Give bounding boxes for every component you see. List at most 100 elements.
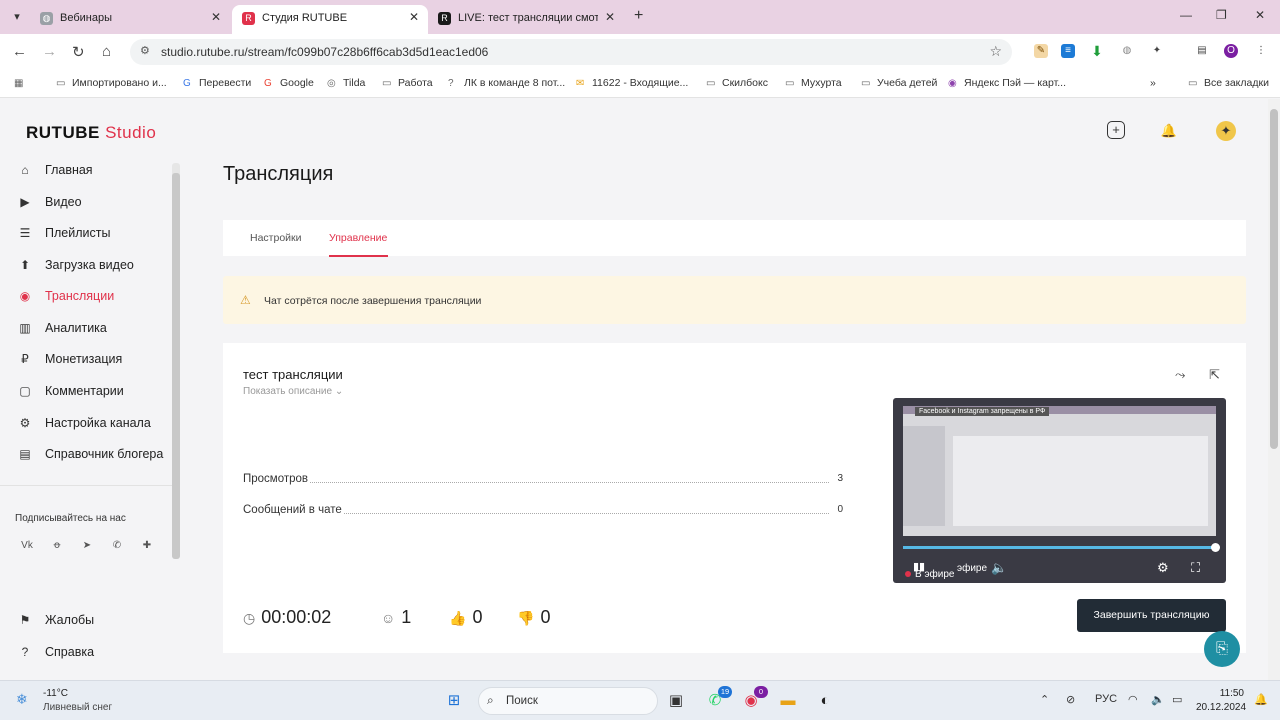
- page-scroll-thumb[interactable]: [1270, 109, 1278, 449]
- sidebar-scroll-thumb[interactable]: [172, 173, 180, 559]
- forward-arrow-icon[interactable]: →: [42, 43, 57, 60]
- bookmark-link[interactable]: ✉ 11622 - Входящие...: [576, 77, 688, 89]
- bookmark-folder[interactable]: ▭ Работа: [382, 77, 433, 89]
- share-icon[interactable]: ⤳: [1175, 367, 1185, 383]
- bookmark-folder[interactable]: ▭ Учеба детей: [861, 77, 937, 89]
- task-view-icon[interactable]: ▣: [665, 690, 687, 712]
- download-icon[interactable]: ⬇: [1090, 44, 1104, 58]
- close-window-icon[interactable]: ✕: [1255, 8, 1265, 22]
- volume-icon[interactable]: 🔈: [991, 560, 1007, 576]
- sidebar-item-help[interactable]: ? Справка: [17, 645, 94, 665]
- whatsapp-icon[interactable]: ✆ 19: [704, 686, 732, 712]
- extension-icon[interactable]: ◍: [1120, 44, 1134, 58]
- network-status-icon[interactable]: ⊘: [1066, 693, 1075, 706]
- bookmark-folder[interactable]: ▭ Мухурта: [785, 77, 842, 89]
- battery-icon[interactable]: ▭: [1172, 693, 1182, 706]
- sidebar-item-analytics[interactable]: ▥ Аналитика: [17, 321, 107, 341]
- extension-icon[interactable]: ✎: [1034, 44, 1048, 58]
- bookmark-link[interactable]: ◉ Яндекс Пэй — карт...: [948, 77, 1066, 89]
- create-plus-icon[interactable]: +: [1107, 121, 1125, 139]
- stream-preview-player[interactable]: Facebook и Instagram запрещены в РФ ▮▮ В…: [893, 398, 1226, 583]
- windows-start-icon[interactable]: ⊞: [443, 690, 465, 712]
- site-info-icon[interactable]: ⚙: [140, 44, 150, 57]
- open-external-icon[interactable]: ⇱: [1209, 367, 1220, 383]
- playlist-icon: ☰: [19, 226, 31, 240]
- sidebar-item-handbook[interactable]: ▤ Справочник блогера: [17, 447, 163, 467]
- sidebar-item-broadcasts[interactable]: ◉ Трансляции: [17, 289, 114, 309]
- browser-tab-live[interactable]: R LIVE: тест трансляции смотреть ✕: [428, 5, 624, 34]
- warning-icon: ⚠: [240, 293, 251, 307]
- new-tab-plus-icon[interactable]: +: [634, 7, 643, 25]
- address-bar[interactable]: ⚙ studio.rutube.ru/stream/fc099b07c28b6f…: [130, 39, 1012, 65]
- player-progress-bar[interactable]: [903, 543, 1220, 552]
- file-explorer-icon[interactable]: ▬: [777, 690, 799, 712]
- extension-icon[interactable]: ≡: [1061, 44, 1075, 58]
- show-description-toggle[interactable]: Показать описание ⌄: [243, 386, 343, 397]
- apps-grid-icon[interactable]: ▦: [14, 77, 30, 89]
- end-stream-button[interactable]: Завершить трансляцию: [1077, 599, 1226, 632]
- bookmark-link[interactable]: G Перевести: [183, 77, 251, 89]
- bookmark-link[interactable]: ? ЛК в команде 8 пот...: [448, 77, 565, 89]
- bookmark-link[interactable]: ◎ Tilda: [327, 77, 365, 89]
- sidebar-item-channel-settings[interactable]: ⚙ Настройка канала: [17, 416, 151, 436]
- page-scrollbar[interactable]: [1268, 99, 1280, 680]
- tab-search-chevron-icon[interactable]: ▾: [8, 8, 26, 26]
- taskbar-clock[interactable]: 11:50 20.12.2024: [1196, 688, 1246, 713]
- close-tab-icon[interactable]: ✕: [211, 10, 221, 24]
- restore-icon[interactable]: ❐: [1216, 8, 1227, 22]
- plus-icon[interactable]: ✚: [140, 539, 154, 553]
- tab-settings[interactable]: Настройки: [250, 232, 302, 244]
- analytics-icon: ▥: [19, 321, 31, 335]
- sidebar-item-monetization[interactable]: ₽ Монетизация: [17, 352, 122, 372]
- side-panel-icon[interactable]: ▤: [1195, 44, 1209, 58]
- ok-icon[interactable]: ꝋ: [50, 539, 64, 553]
- chevron-up-icon[interactable]: ⌃: [1040, 693, 1049, 706]
- tab-management[interactable]: Управление: [329, 232, 387, 244]
- sidebar-item-comments[interactable]: ▢ Комментарии: [17, 384, 123, 404]
- sidebar-scrollbar[interactable]: [172, 163, 180, 559]
- close-tab-icon[interactable]: ✕: [605, 10, 615, 24]
- sidebar-item-home[interactable]: ⌂ Главная: [17, 163, 92, 183]
- close-tab-icon[interactable]: ✕: [409, 10, 419, 24]
- browser-tab-rutube-studio[interactable]: R Студия RUTUBE ✕: [232, 5, 428, 34]
- browser-tab-webinars[interactable]: ◍ Вебинары ✕: [30, 5, 230, 34]
- extensions-puzzle-icon[interactable]: ✦: [1150, 44, 1164, 58]
- app-icon[interactable]: ◐: [814, 690, 836, 712]
- progress-knob[interactable]: [1211, 543, 1220, 552]
- channel-avatar[interactable]: ✦: [1216, 121, 1236, 141]
- sidebar-item-upload[interactable]: ⬆ Загрузка видео: [17, 258, 134, 278]
- folder-icon: ▭: [382, 78, 392, 89]
- reload-icon[interactable]: ↻: [72, 43, 85, 61]
- all-bookmarks-folder[interactable]: ▭ Все закладки: [1188, 77, 1269, 89]
- back-arrow-icon[interactable]: ←: [12, 43, 27, 60]
- bookmark-star-icon[interactable]: ☆: [989, 43, 1002, 60]
- support-chat-icon[interactable]: ⎘: [1204, 631, 1240, 667]
- bookmark-folder[interactable]: ▭ Импортировано и...: [56, 77, 167, 89]
- gear-icon[interactable]: ⚙: [1157, 560, 1169, 576]
- notifications-icon[interactable]: 🔔: [1254, 693, 1268, 706]
- speaker-icon[interactable]: 🔈: [1151, 693, 1165, 706]
- telegram-icon[interactable]: ➤: [80, 539, 94, 553]
- taskbar-search[interactable]: ⌕ Поиск: [478, 687, 658, 715]
- chrome-icon[interactable]: ◉ 0: [740, 686, 768, 712]
- rutube-studio-logo[interactable]: RUTUBE Studio: [26, 123, 156, 143]
- sidebar-divider: [0, 485, 172, 486]
- vk-icon[interactable]: Vk: [20, 539, 34, 553]
- home-icon[interactable]: ⌂: [102, 43, 111, 60]
- fullscreen-icon[interactable]: ⛶: [1191, 560, 1200, 576]
- wifi-icon[interactable]: ◠: [1128, 693, 1138, 706]
- profile-avatar[interactable]: О: [1224, 44, 1238, 58]
- minimize-icon[interactable]: —: [1180, 8, 1192, 22]
- bookmark-folder[interactable]: ▭ Скилбокс: [706, 77, 768, 89]
- browser-menu-icon[interactable]: ⋮: [1254, 44, 1268, 58]
- home-icon: ⌂: [21, 163, 29, 177]
- bookmark-link[interactable]: G Google: [264, 77, 314, 89]
- viber-icon[interactable]: ✆: [110, 539, 124, 553]
- sidebar-item-video[interactable]: ▶ Видео: [17, 195, 81, 215]
- monetization-icon: ₽: [21, 352, 29, 366]
- more-bookmarks-icon[interactable]: »: [1150, 77, 1156, 89]
- sidebar-item-playlists[interactable]: ☰ Плейлисты: [17, 226, 111, 246]
- language-indicator[interactable]: РУС: [1095, 693, 1117, 705]
- bell-icon[interactable]: 🔔: [1159, 121, 1179, 141]
- sidebar-item-complaints[interactable]: ⚑ Жалобы: [17, 613, 95, 633]
